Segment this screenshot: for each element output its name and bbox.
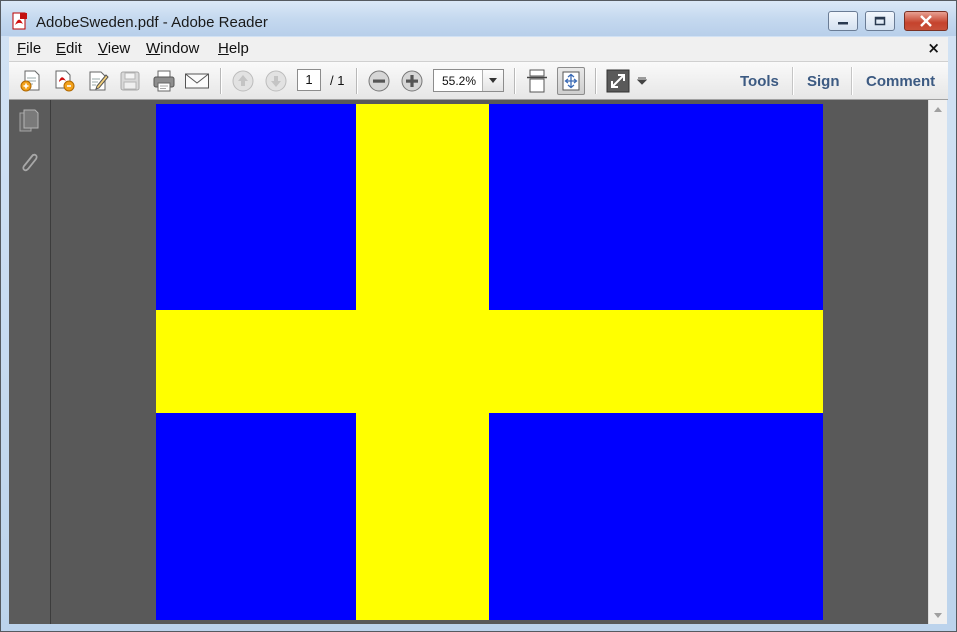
chevron-up-icon [934, 106, 942, 112]
toolbar-separator [220, 68, 221, 94]
toolbar: 1 / 1 55.2% Tools Sign Comment [9, 62, 948, 100]
minimize-button[interactable] [828, 11, 858, 31]
close-document-button[interactable]: × [927, 39, 940, 57]
full-screen-button[interactable] [604, 67, 632, 95]
attachments-icon[interactable] [17, 150, 41, 176]
scrolling-mode-button[interactable] [523, 67, 551, 95]
maximize-icon [874, 16, 886, 26]
share-pdf-button[interactable] [50, 67, 78, 95]
zoom-dropdown-button[interactable] [482, 70, 503, 91]
flag-cross-horizontal [156, 310, 823, 413]
edit-pdf-button[interactable] [84, 67, 112, 95]
document-view[interactable] [51, 100, 928, 624]
zoom-out-button[interactable] [365, 67, 393, 95]
adobe-reader-window: AdobeSweden.pdf - Adobe Reader File Edit… [0, 0, 957, 632]
edit-pdf-icon [89, 71, 109, 91]
close-icon [920, 15, 932, 27]
email-icon [185, 73, 209, 89]
toolbar-separator [595, 68, 596, 94]
chevron-down-icon [489, 78, 497, 83]
tools-pane-button[interactable]: Tools [740, 73, 779, 90]
menu-view[interactable]: View [98, 40, 130, 57]
zoom-level-select[interactable]: 55.2% [433, 69, 504, 92]
print-button[interactable] [150, 67, 178, 95]
next-page-button[interactable] [262, 67, 290, 95]
sign-pane-button[interactable]: Sign [807, 73, 840, 90]
customize-toolbar-icon [637, 77, 647, 85]
fit-page-icon [562, 71, 580, 91]
scrolling-mode-icon [527, 69, 547, 93]
scroll-down-button[interactable] [929, 606, 947, 624]
task-pane-separator [792, 67, 793, 95]
email-button[interactable] [183, 67, 211, 95]
chevron-down-icon [934, 612, 942, 618]
navigation-pane [9, 100, 51, 624]
previous-page-button[interactable] [229, 67, 257, 95]
toolbar-separator [514, 68, 515, 94]
full-screen-icon [606, 69, 630, 93]
maximize-button[interactable] [865, 11, 895, 31]
share-pdf-icon [55, 70, 75, 92]
vertical-scrollbar[interactable] [928, 100, 947, 624]
task-pane-separator [851, 67, 852, 95]
save-icon [120, 71, 140, 91]
print-icon [153, 70, 175, 92]
window-title: AdobeSweden.pdf - Adobe Reader [36, 14, 268, 31]
zoom-out-icon [368, 70, 390, 92]
menu-file[interactable]: File [17, 40, 41, 57]
menu-bar: File Edit View Window Help × [9, 37, 948, 62]
adobe-reader-app-icon [12, 12, 27, 30]
zoom-in-button[interactable] [398, 67, 426, 95]
scroll-up-button[interactable] [929, 100, 947, 118]
menu-help[interactable]: Help [218, 40, 249, 57]
create-pdf-icon [20, 70, 40, 92]
minimize-icon [838, 22, 848, 25]
comment-pane-button[interactable]: Comment [866, 73, 935, 90]
fit-page-button[interactable] [557, 67, 585, 95]
menu-edit[interactable]: Edit [56, 40, 82, 57]
page-count: / 1 [330, 73, 345, 88]
zoom-level-value: 55.2% [442, 74, 477, 88]
save-button[interactable] [116, 67, 144, 95]
customize-toolbar-button[interactable] [634, 67, 650, 95]
page-number-input[interactable]: 1 [297, 69, 321, 91]
previous-page-icon [232, 70, 254, 92]
close-window-button[interactable] [904, 11, 948, 31]
pdf-page [156, 104, 823, 620]
menu-window[interactable]: Window [146, 40, 199, 57]
toolbar-separator [356, 68, 357, 94]
zoom-in-icon [401, 70, 423, 92]
title-bar[interactable]: AdobeSweden.pdf - Adobe Reader [1, 1, 956, 36]
page-thumbnails-icon[interactable] [17, 108, 41, 134]
next-page-icon [265, 70, 287, 92]
create-pdf-button[interactable] [17, 67, 45, 95]
